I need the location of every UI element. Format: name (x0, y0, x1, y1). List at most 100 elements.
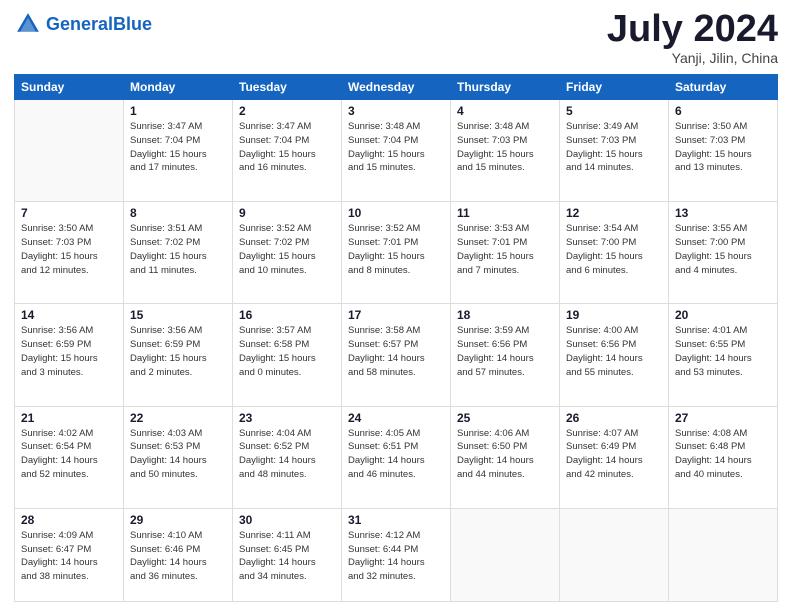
day-info: Sunrise: 3:56 AMSunset: 6:59 PMDaylight:… (130, 324, 226, 379)
day-info: Sunrise: 3:55 AMSunset: 7:00 PMDaylight:… (675, 222, 771, 277)
calendar-header-row: SundayMondayTuesdayWednesdayThursdayFrid… (15, 75, 778, 100)
calendar-table: SundayMondayTuesdayWednesdayThursdayFrid… (14, 74, 778, 602)
day-info: Sunrise: 4:06 AMSunset: 6:50 PMDaylight:… (457, 427, 553, 482)
logo: GeneralBlue (14, 10, 152, 38)
calendar-cell: 13 Sunrise: 3:55 AMSunset: 7:00 PMDayligh… (669, 202, 778, 304)
day-info: Sunrise: 4:10 AMSunset: 6:46 PMDaylight:… (130, 529, 226, 584)
col-header-wednesday: Wednesday (342, 75, 451, 100)
calendar-cell: 29 Sunrise: 4:10 AMSunset: 6:46 PMDayligh… (124, 508, 233, 601)
header: GeneralBlue July 2024 Yanji, Jilin, Chin… (14, 10, 778, 66)
day-number: 1 (130, 104, 226, 118)
day-info: Sunrise: 3:50 AMSunset: 7:03 PMDaylight:… (21, 222, 117, 277)
day-info: Sunrise: 4:11 AMSunset: 6:45 PMDaylight:… (239, 529, 335, 584)
day-number: 28 (21, 513, 117, 527)
day-info: Sunrise: 4:04 AMSunset: 6:52 PMDaylight:… (239, 427, 335, 482)
calendar-cell: 24 Sunrise: 4:05 AMSunset: 6:51 PMDayligh… (342, 406, 451, 508)
day-number: 17 (348, 308, 444, 322)
col-header-thursday: Thursday (451, 75, 560, 100)
day-info: Sunrise: 4:08 AMSunset: 6:48 PMDaylight:… (675, 427, 771, 482)
day-number: 16 (239, 308, 335, 322)
day-info: Sunrise: 3:50 AMSunset: 7:03 PMDaylight:… (675, 120, 771, 175)
col-header-tuesday: Tuesday (233, 75, 342, 100)
day-number: 15 (130, 308, 226, 322)
day-info: Sunrise: 3:54 AMSunset: 7:00 PMDaylight:… (566, 222, 662, 277)
day-info: Sunrise: 4:12 AMSunset: 6:44 PMDaylight:… (348, 529, 444, 584)
day-info: Sunrise: 4:02 AMSunset: 6:54 PMDaylight:… (21, 427, 117, 482)
day-number: 9 (239, 206, 335, 220)
calendar-cell: 17 Sunrise: 3:58 AMSunset: 6:57 PMDayligh… (342, 304, 451, 406)
col-header-friday: Friday (560, 75, 669, 100)
calendar-cell (15, 100, 124, 202)
day-info: Sunrise: 3:48 AMSunset: 7:03 PMDaylight:… (457, 120, 553, 175)
page: GeneralBlue July 2024 Yanji, Jilin, Chin… (0, 0, 792, 612)
day-number: 3 (348, 104, 444, 118)
calendar-cell: 14Sunrise: 3:56 AMSunset: 6:59 PMDayligh… (15, 304, 124, 406)
logo-regular: General (46, 14, 113, 34)
day-info: Sunrise: 3:52 AMSunset: 7:01 PMDaylight:… (348, 222, 444, 277)
day-number: 21 (21, 411, 117, 425)
calendar-cell: 15 Sunrise: 3:56 AMSunset: 6:59 PMDayligh… (124, 304, 233, 406)
col-header-saturday: Saturday (669, 75, 778, 100)
day-number: 5 (566, 104, 662, 118)
week-row-1: 1 Sunrise: 3:47 AMSunset: 7:04 PMDaylight… (15, 100, 778, 202)
day-number: 6 (675, 104, 771, 118)
day-number: 29 (130, 513, 226, 527)
calendar-cell: 28 Sunrise: 4:09 AMSunset: 6:47 PMDayligh… (15, 508, 124, 601)
week-row-4: 21 Sunrise: 4:02 AMSunset: 6:54 PMDayligh… (15, 406, 778, 508)
col-header-sunday: Sunday (15, 75, 124, 100)
day-number: 24 (348, 411, 444, 425)
day-number: 18 (457, 308, 553, 322)
week-row-3: 14 Sunrise: 3:56 AMSunset: 6:59 PMDayligh… (15, 304, 778, 406)
calendar-cell: 9 Sunrise: 3:52 AMSunset: 7:02 PMDaylight… (233, 202, 342, 304)
day-number: 25 (457, 411, 553, 425)
calendar-cell: 31 Sunrise: 4:12 AMSunset: 6:44 PMDayligh… (342, 508, 451, 601)
subtitle: Yanji, Jilin, China (607, 50, 778, 66)
calendar-cell: 10Sunrise: 3:52 AMSunset: 7:01 PMDayligh… (342, 202, 451, 304)
calendar-cell: 12Sunrise: 3:54 AMSunset: 7:00 PMDayligh… (560, 202, 669, 304)
day-number: 30 (239, 513, 335, 527)
calendar-cell (451, 508, 560, 601)
day-info: Sunrise: 3:59 AMSunset: 6:56 PMDaylight:… (457, 324, 553, 379)
day-number: 13 (675, 206, 771, 220)
day-info: Sunrise: 3:47 AMSunset: 7:04 PMDaylight:… (239, 120, 335, 175)
day-info: Sunrise: 3:49 AMSunset: 7:03 PMDaylight:… (566, 120, 662, 175)
calendar-cell (560, 508, 669, 601)
calendar-cell: 8Sunrise: 3:51 AMSunset: 7:02 PMDaylight… (124, 202, 233, 304)
day-info: Sunrise: 3:53 AMSunset: 7:01 PMDaylight:… (457, 222, 553, 277)
col-header-monday: Monday (124, 75, 233, 100)
calendar-cell: 19Sunrise: 4:00 AMSunset: 6:56 PMDayligh… (560, 304, 669, 406)
day-number: 19 (566, 308, 662, 322)
day-number: 14 (21, 308, 117, 322)
day-info: Sunrise: 3:47 AMSunset: 7:04 PMDaylight:… (130, 120, 226, 175)
calendar-cell: 23 Sunrise: 4:04 AMSunset: 6:52 PMDayligh… (233, 406, 342, 508)
day-info: Sunrise: 3:58 AMSunset: 6:57 PMDaylight:… (348, 324, 444, 379)
calendar-cell: 4 Sunrise: 3:48 AMSunset: 7:03 PMDaylight… (451, 100, 560, 202)
day-number: 23 (239, 411, 335, 425)
logo-blue: Blue (113, 14, 152, 34)
week-row-2: 7Sunrise: 3:50 AMSunset: 7:03 PMDaylight… (15, 202, 778, 304)
calendar-cell: 26Sunrise: 4:07 AMSunset: 6:49 PMDayligh… (560, 406, 669, 508)
calendar-cell: 22Sunrise: 4:03 AMSunset: 6:53 PMDayligh… (124, 406, 233, 508)
day-number: 26 (566, 411, 662, 425)
calendar-cell: 30 Sunrise: 4:11 AMSunset: 6:45 PMDayligh… (233, 508, 342, 601)
day-number: 31 (348, 513, 444, 527)
calendar-cell: 20Sunrise: 4:01 AMSunset: 6:55 PMDayligh… (669, 304, 778, 406)
calendar-cell: 25 Sunrise: 4:06 AMSunset: 6:50 PMDayligh… (451, 406, 560, 508)
calendar-cell: 16Sunrise: 3:57 AMSunset: 6:58 PMDayligh… (233, 304, 342, 406)
day-number: 4 (457, 104, 553, 118)
day-info: Sunrise: 3:52 AMSunset: 7:02 PMDaylight:… (239, 222, 335, 277)
calendar-cell (669, 508, 778, 601)
main-title: July 2024 (607, 10, 778, 48)
day-number: 2 (239, 104, 335, 118)
calendar-cell: 1 Sunrise: 3:47 AMSunset: 7:04 PMDaylight… (124, 100, 233, 202)
calendar-cell: 27Sunrise: 4:08 AMSunset: 6:48 PMDayligh… (669, 406, 778, 508)
title-block: July 2024 Yanji, Jilin, China (607, 10, 778, 66)
day-info: Sunrise: 4:09 AMSunset: 6:47 PMDaylight:… (21, 529, 117, 584)
calendar-cell: 3 Sunrise: 3:48 AMSunset: 7:04 PMDaylight… (342, 100, 451, 202)
day-info: Sunrise: 3:48 AMSunset: 7:04 PMDaylight:… (348, 120, 444, 175)
day-number: 8 (130, 206, 226, 220)
day-info: Sunrise: 4:01 AMSunset: 6:55 PMDaylight:… (675, 324, 771, 379)
day-info: Sunrise: 4:05 AMSunset: 6:51 PMDaylight:… (348, 427, 444, 482)
calendar-cell: 5 Sunrise: 3:49 AMSunset: 7:03 PMDaylight… (560, 100, 669, 202)
calendar-cell: 18 Sunrise: 3:59 AMSunset: 6:56 PMDayligh… (451, 304, 560, 406)
